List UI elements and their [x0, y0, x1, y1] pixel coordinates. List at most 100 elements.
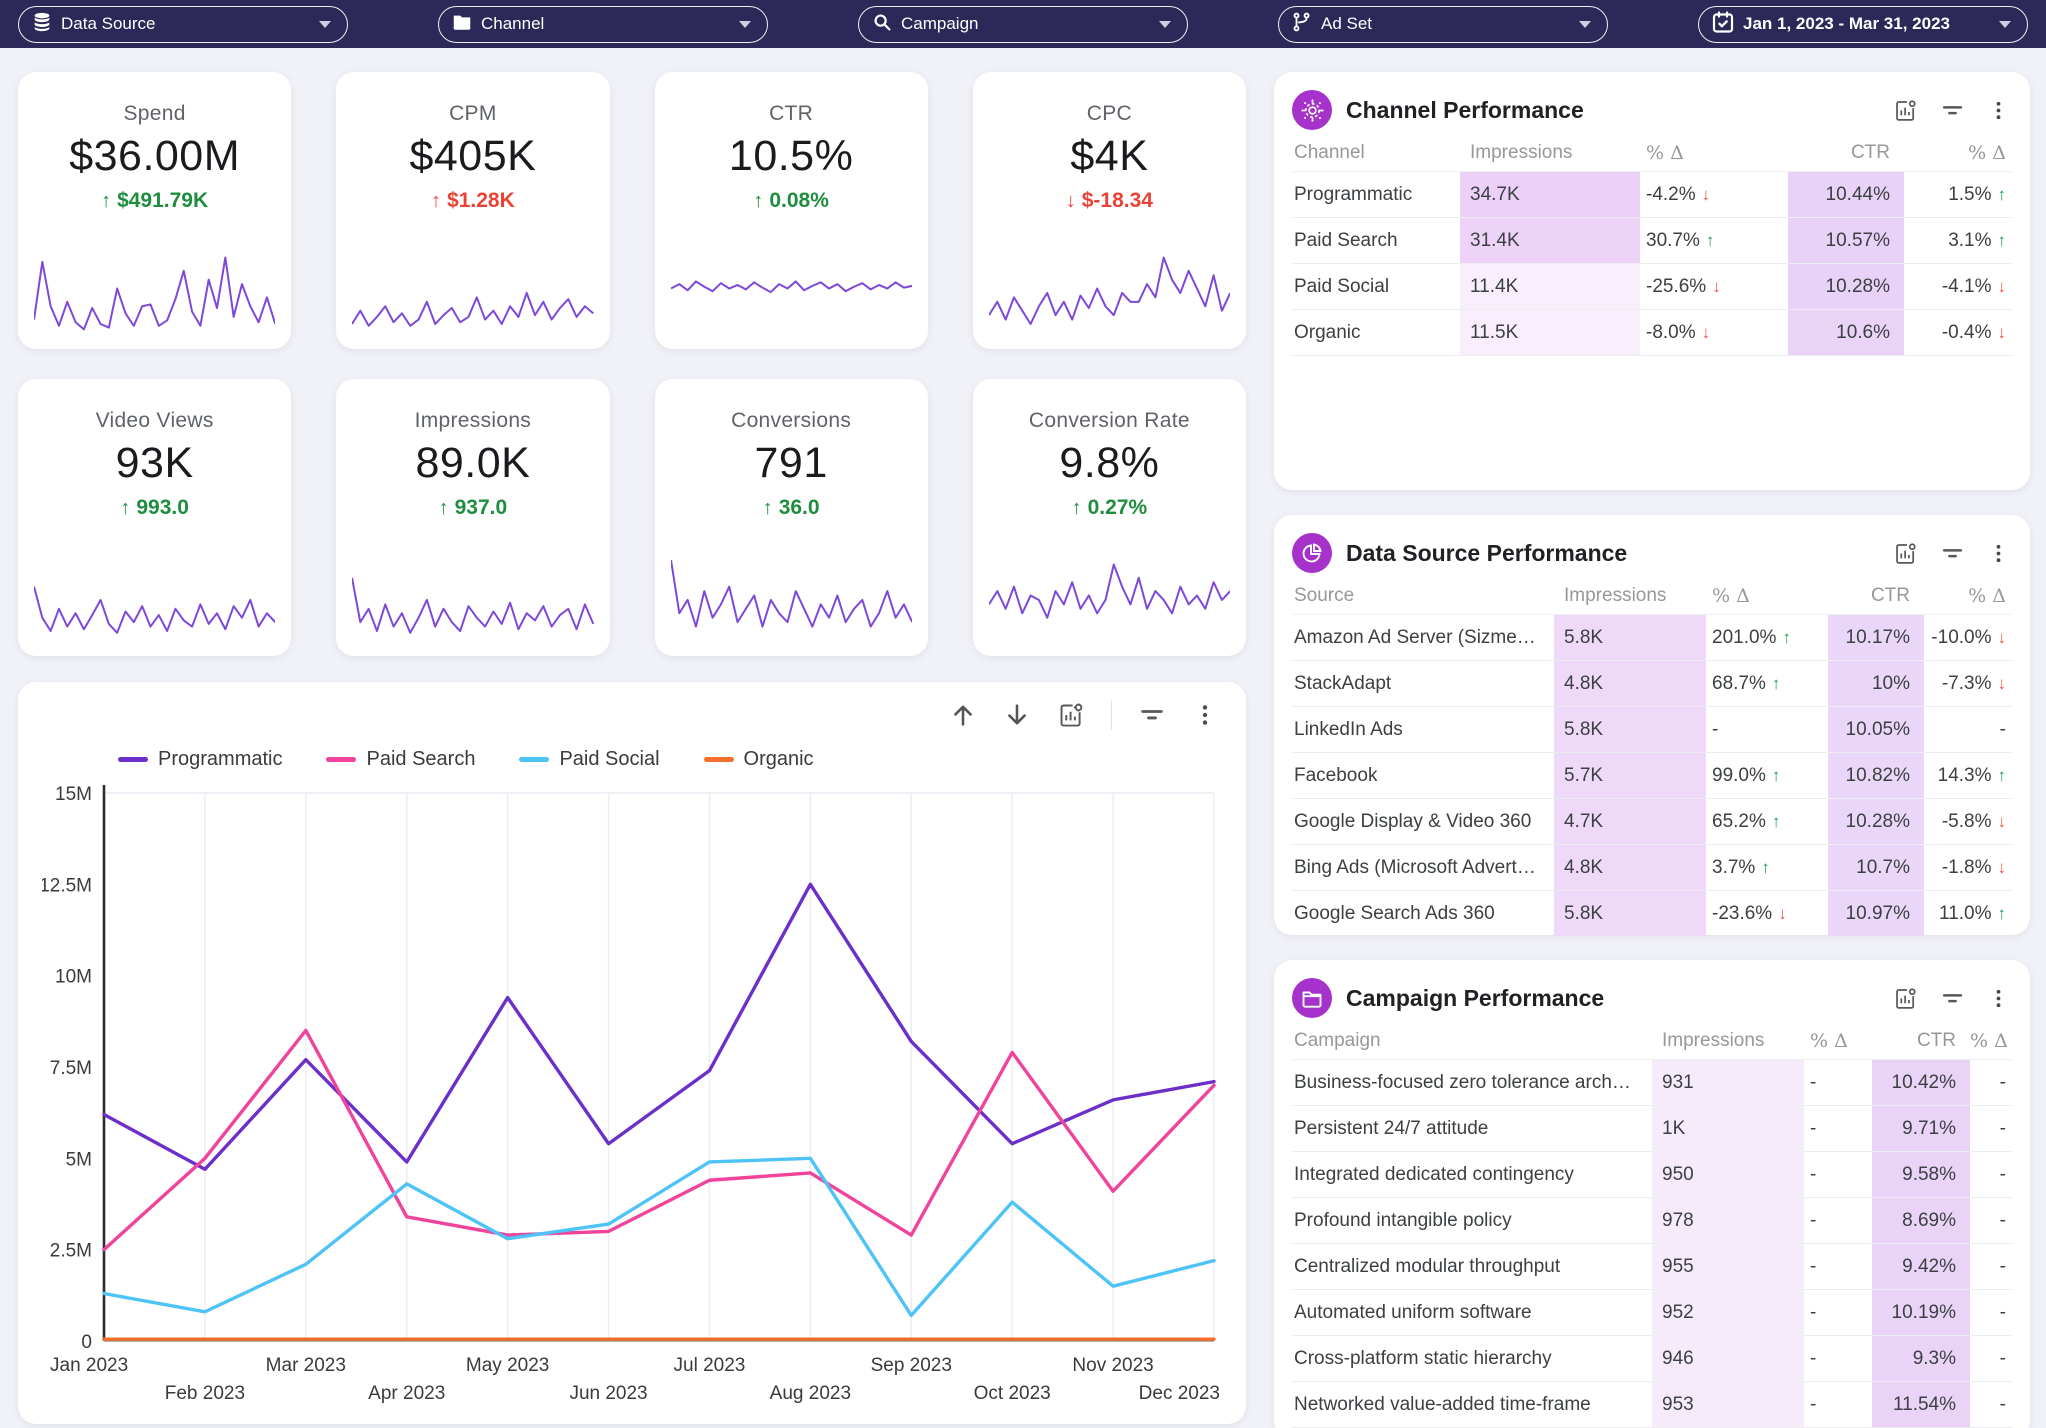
menu-icon[interactable]: [1987, 987, 2010, 1010]
row-pct-delta-1: -: [1804, 1106, 1872, 1151]
row-impressions: 5.7K: [1554, 753, 1706, 798]
kpi-card[interactable]: CPM $405K ↑ $1.28K: [336, 72, 609, 349]
data-source-filter[interactable]: Data Source: [18, 6, 348, 43]
chevron-down-icon: [1999, 21, 2011, 28]
calendar-check-icon: [1711, 10, 1735, 39]
table-title: Channel Performance: [1346, 97, 1879, 124]
trend-chart-card: Programmatic Paid Search Paid Social Organi…: [18, 682, 1246, 1424]
column-header[interactable]: % Δ: [1924, 585, 2012, 607]
column-header[interactable]: Impressions: [1652, 1030, 1804, 1052]
kpi-delta-value: 36.0: [779, 496, 820, 520]
table-row[interactable]: Business-focused zero tolerance arch… 93…: [1292, 1060, 2012, 1106]
table-row[interactable]: Paid Search 31.4K 30.7%↑ 10.57% 3.1%↑: [1292, 218, 2012, 264]
kpi-sparkline: [352, 235, 593, 339]
column-header[interactable]: Campaign: [1292, 1030, 1652, 1052]
date-range-picker[interactable]: Jan 1, 2023 - Mar 31, 2023: [1698, 6, 2028, 43]
table-row[interactable]: Centralized modular throughput 955 - 9.4…: [1292, 1244, 2012, 1290]
kpi-title: Impressions: [336, 409, 609, 433]
arrow-down-icon[interactable]: [1003, 701, 1031, 729]
table-row[interactable]: StackAdapt 4.8K 68.7%↑ 10% -7.3%↓: [1292, 661, 2012, 707]
column-header[interactable]: % Δ: [1904, 142, 2012, 164]
legend-item[interactable]: Paid Social: [519, 748, 659, 771]
filter-icon[interactable]: [1940, 98, 1965, 123]
table-row[interactable]: Cross-platform static hierarchy 946 - 9.…: [1292, 1336, 2012, 1382]
table-row[interactable]: Google Search Ads 360 5.8K -23.6%↓ 10.97…: [1292, 891, 2012, 937]
table-header: ChannelImpressions% ΔCTR% Δ: [1292, 134, 2012, 172]
row-pct-delta-2: -: [1924, 707, 2012, 752]
row-name: LinkedIn Ads: [1292, 707, 1554, 752]
delta-arrow-icon: ↑: [1772, 674, 1781, 694]
kpi-card[interactable]: Spend $36.00M ↑ $491.79K: [18, 72, 291, 349]
column-header[interactable]: Source: [1292, 585, 1554, 607]
channel-filter[interactable]: Channel: [438, 6, 768, 43]
menu-icon[interactable]: [1192, 702, 1218, 728]
row-impressions: 4.8K: [1554, 845, 1706, 890]
column-header[interactable]: % Δ: [1970, 1030, 2014, 1052]
row-name: Organic: [1292, 310, 1460, 355]
column-header[interactable]: CTR: [1828, 585, 1924, 607]
chart-settings-icon[interactable]: [1057, 701, 1085, 729]
kpi-title: CTR: [655, 102, 928, 126]
kpi-value: 10.5%: [655, 132, 928, 181]
column-header[interactable]: Channel: [1292, 142, 1460, 164]
legend-label: Organic: [744, 748, 814, 771]
table-row[interactable]: Programmatic 34.7K -4.2%↓ 10.44% 1.5%↑: [1292, 172, 2012, 218]
arrow-up-icon[interactable]: [949, 701, 977, 729]
row-pct-delta-2: -7.3%↓: [1924, 661, 2012, 706]
legend-item[interactable]: Programmatic: [118, 748, 282, 771]
kpi-card[interactable]: Video Views 93K ↑ 993.0: [18, 379, 291, 656]
column-header[interactable]: CTR: [1872, 1030, 1970, 1052]
row-impressions: 952: [1652, 1290, 1804, 1335]
column-header[interactable]: Impressions: [1460, 142, 1640, 164]
table-row[interactable]: Facebook 5.7K 99.0%↑ 10.82% 14.3%↑: [1292, 753, 2012, 799]
table-row[interactable]: Paid Social 11.4K -25.6%↓ 10.28% -4.1%↓: [1292, 264, 2012, 310]
legend-swatch: [326, 757, 356, 762]
table-row[interactable]: Bing Ads (Microsoft Advert… 4.8K 3.7%↑ 1…: [1292, 845, 2012, 891]
column-header[interactable]: % Δ: [1804, 1030, 1872, 1052]
table-row[interactable]: Amazon Ad Server (Sizme… 5.8K 201.0%↑ 10…: [1292, 615, 2012, 661]
filter-icon[interactable]: [1138, 701, 1166, 729]
table-row[interactable]: Persistent 24/7 attitude 1K - 9.71% -: [1292, 1106, 2012, 1152]
menu-icon[interactable]: [1987, 542, 2010, 565]
row-name: Google Display & Video 360: [1292, 799, 1554, 844]
kpi-card[interactable]: Impressions 89.0K ↑ 937.0: [336, 379, 609, 656]
table-row[interactable]: Automated uniform software 952 - 10.19% …: [1292, 1290, 2012, 1336]
legend-item[interactable]: Organic: [704, 748, 814, 771]
filter-icon[interactable]: [1940, 541, 1965, 566]
column-header[interactable]: % Δ: [1706, 585, 1828, 607]
delta-arrow-icon: ↑: [1782, 628, 1791, 648]
kpi-card[interactable]: Conversion Rate 9.8% ↑ 0.27%: [973, 379, 1246, 656]
table-row[interactable]: Integrated dedicated contingency 950 - 9…: [1292, 1152, 2012, 1198]
row-impressions: 11.4K: [1460, 264, 1640, 309]
kpi-card[interactable]: CPC $4K ↓ $-18.34: [973, 72, 1246, 349]
column-header[interactable]: CTR: [1788, 142, 1904, 164]
kpi-title: Conversion Rate: [973, 409, 1246, 433]
table-row[interactable]: Networked value-added time-frame 953 - 1…: [1292, 1382, 2012, 1428]
kpi-delta: ↑ 36.0: [655, 496, 928, 520]
table-row[interactable]: Google Display & Video 360 4.7K 65.2%↑ 1…: [1292, 799, 2012, 845]
filter-label: Data Source: [61, 14, 156, 34]
menu-icon[interactable]: [1987, 99, 2010, 122]
chart-settings-icon[interactable]: [1893, 541, 1918, 566]
filter-icon[interactable]: [1940, 986, 1965, 1011]
kpi-value: $4K: [973, 132, 1246, 181]
trend-line-chart[interactable]: 02.5M5M7.5M10M12.5M15MJan 2023Feb 2023Ma…: [42, 775, 1222, 1423]
row-pct-delta-1: -8.0%↓: [1640, 310, 1788, 355]
column-header[interactable]: % Δ: [1640, 142, 1788, 164]
row-pct-delta-1: 65.2%↑: [1706, 799, 1828, 844]
ad-set-filter[interactable]: Ad Set: [1278, 6, 1608, 43]
delta-arrow-icon: ↓: [1998, 628, 2007, 648]
svg-text:Nov 2023: Nov 2023: [1072, 1355, 1153, 1376]
chart-settings-icon[interactable]: [1893, 986, 1918, 1011]
chart-settings-icon[interactable]: [1893, 98, 1918, 123]
table-row[interactable]: Profound intangible policy 978 - 8.69% -: [1292, 1198, 2012, 1244]
table-row[interactable]: Organic 11.5K -8.0%↓ 10.6% -0.4%↓: [1292, 310, 2012, 356]
kpi-card[interactable]: CTR 10.5% ↑ 0.08%: [655, 72, 928, 349]
campaign-filter[interactable]: Campaign: [858, 6, 1188, 43]
legend-item[interactable]: Paid Search: [326, 748, 475, 771]
column-header[interactable]: Impressions: [1554, 585, 1706, 607]
row-name: Business-focused zero tolerance arch…: [1292, 1060, 1652, 1105]
kpi-card[interactable]: Conversions 791 ↑ 36.0: [655, 379, 928, 656]
table-row[interactable]: LinkedIn Ads 5.8K - 10.05% -: [1292, 707, 2012, 753]
kpi-sparkline: [989, 235, 1230, 339]
